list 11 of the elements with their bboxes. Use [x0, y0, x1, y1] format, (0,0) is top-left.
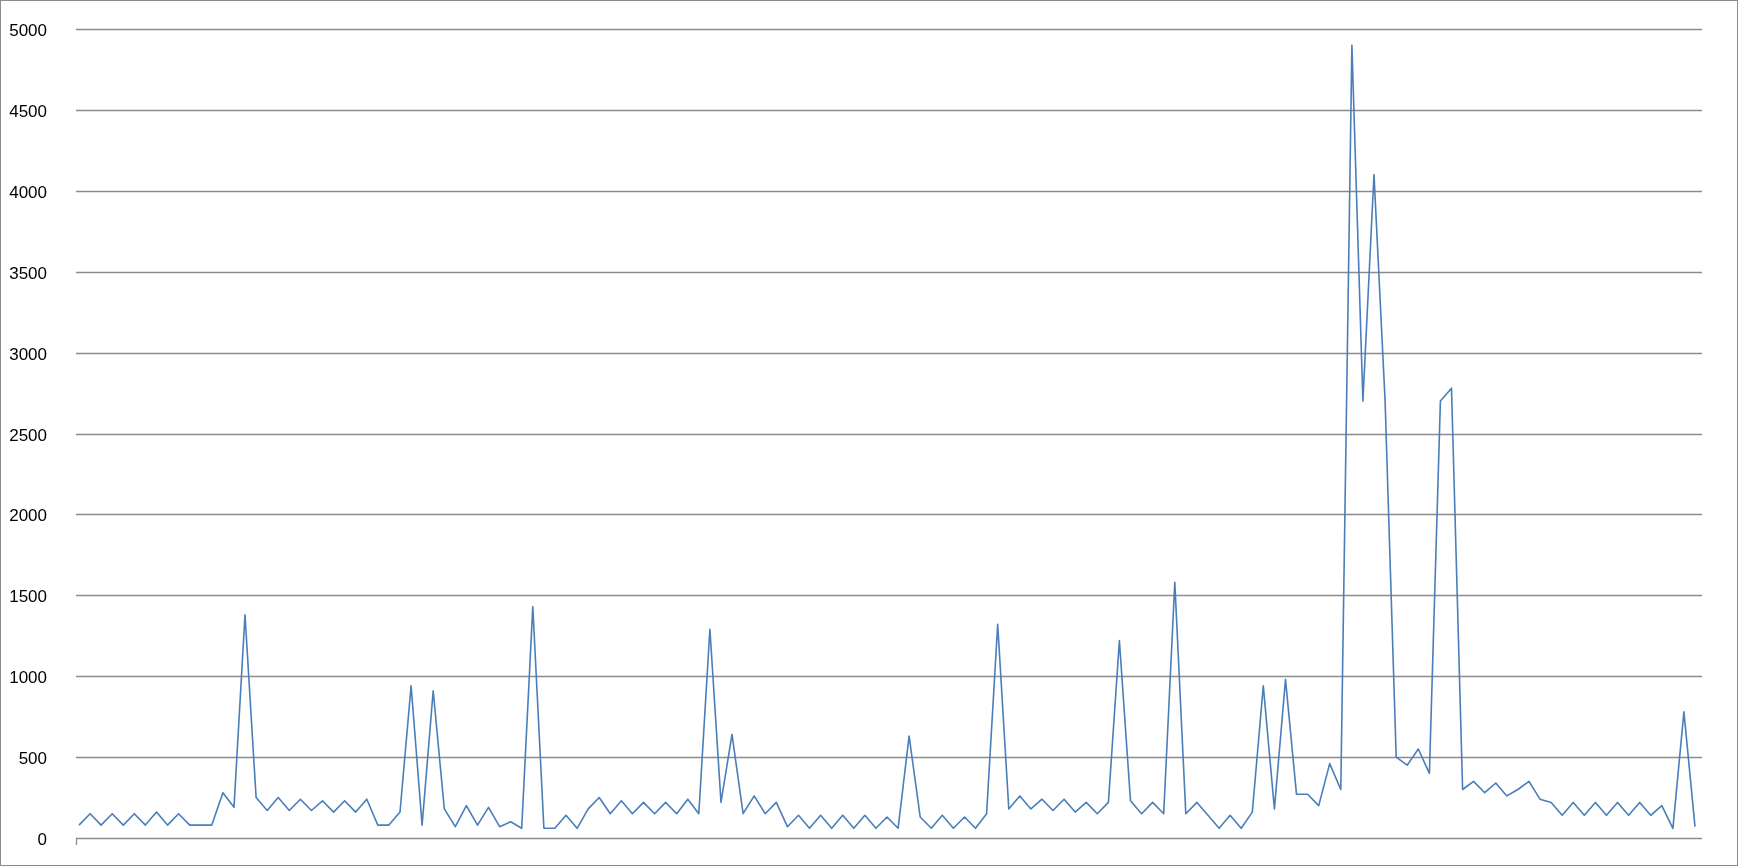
y-tick-label: 5000	[9, 20, 47, 40]
y-tick-label: 2000	[9, 505, 47, 525]
y-tick-label: 500	[18, 748, 47, 768]
y-tick-label: 0	[37, 829, 47, 849]
y-tick-label: 3000	[9, 344, 47, 364]
y-tick-label: 1000	[9, 667, 47, 687]
y-tick-label: 4000	[9, 182, 47, 202]
y-tick-label: 1500	[9, 586, 47, 606]
y-tick-label: 4500	[9, 101, 47, 121]
y-tick-label: 2500	[9, 425, 47, 445]
y-tick-label: 3500	[9, 263, 47, 283]
